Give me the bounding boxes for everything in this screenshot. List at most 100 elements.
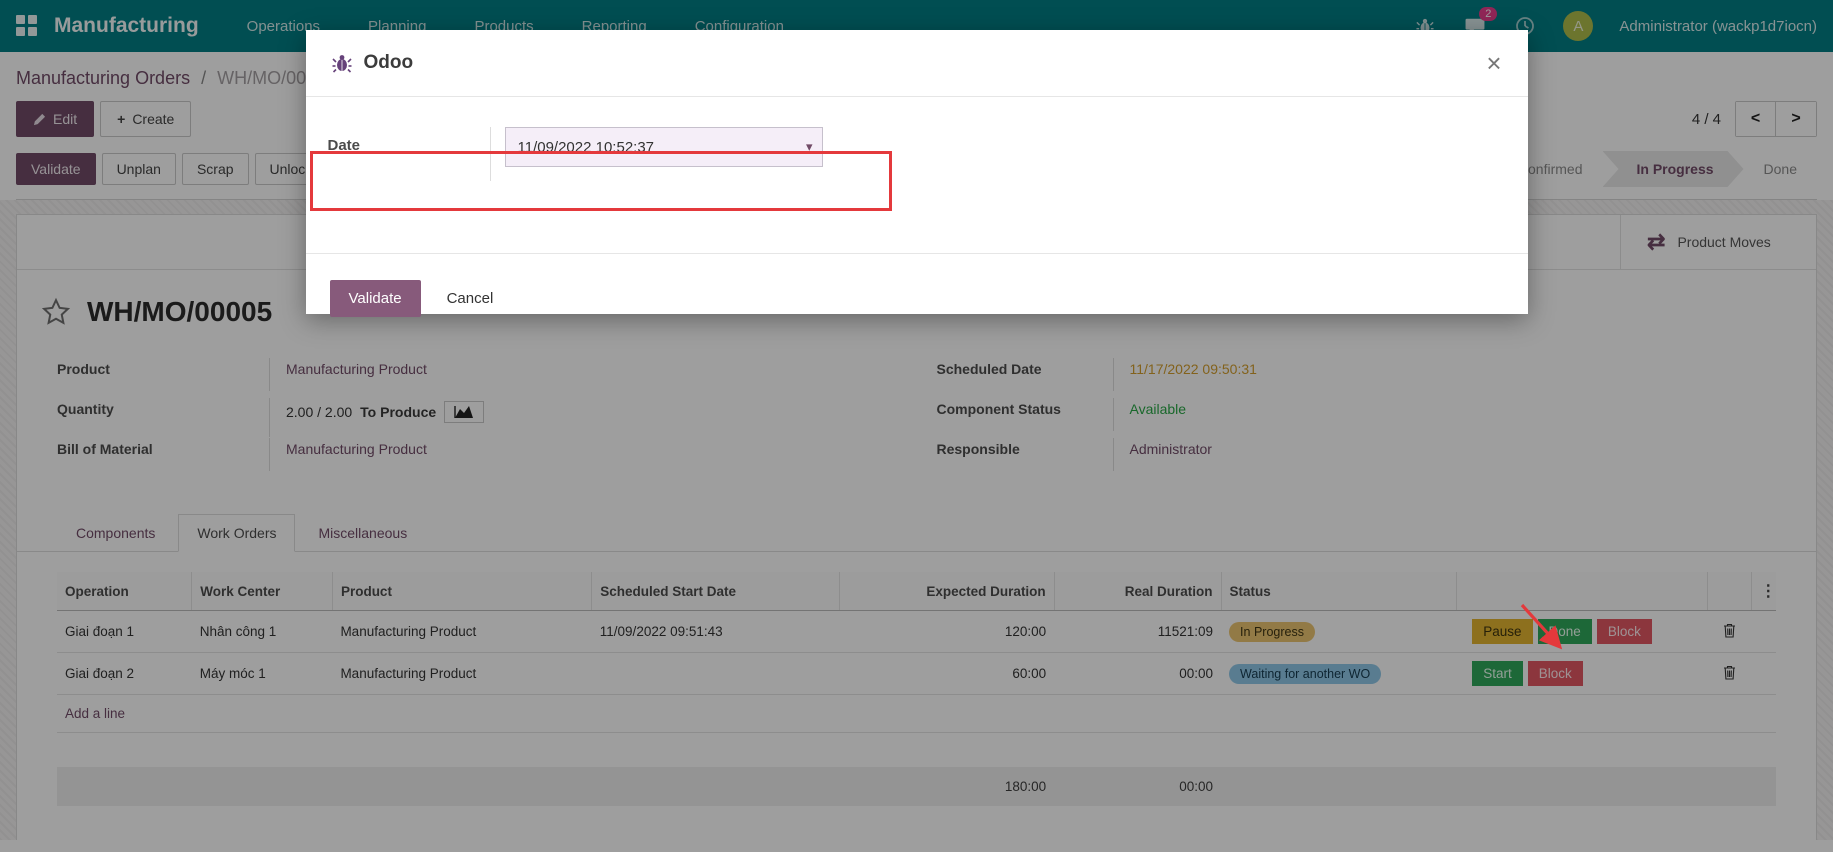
- table-row[interactable]: Giai đoạn 1 Nhân công 1 Manufacturing Pr…: [57, 611, 1776, 653]
- field-product: Product Manufacturing Product: [57, 358, 897, 398]
- total-real-duration: 00:00: [1054, 767, 1221, 806]
- total-expected-duration: 180:00: [839, 767, 1054, 806]
- step-in-progress[interactable]: In Progress: [1603, 151, 1744, 187]
- tab-components[interactable]: Components: [57, 514, 174, 552]
- swap-arrows-icon: ⇄: [1647, 229, 1665, 255]
- dialog-title: Odoo: [364, 52, 414, 74]
- validate-button[interactable]: Validate: [16, 153, 96, 185]
- tab-work-orders[interactable]: Work Orders: [178, 514, 295, 552]
- cell-real[interactable]: 00:00: [1054, 653, 1221, 695]
- done-button[interactable]: Done: [1538, 619, 1592, 644]
- cell-expected[interactable]: 120:00: [839, 611, 1054, 653]
- responsible-label: Responsible: [937, 438, 1113, 457]
- favorite-star-icon[interactable]: [41, 297, 71, 327]
- page-title: WH/MO/00005: [87, 296, 272, 328]
- messages-count-badge: 2: [1479, 7, 1497, 21]
- col-real-duration[interactable]: Real Duration: [1054, 572, 1221, 611]
- scrap-button[interactable]: Scrap: [182, 153, 249, 185]
- field-bom: Bill of Material Manufacturing Product: [57, 438, 897, 478]
- scheduled-date-label: Scheduled Date: [937, 358, 1113, 377]
- edit-button[interactable]: Edit: [16, 101, 94, 137]
- edit-button-label: Edit: [53, 111, 77, 127]
- cell-scheduled-start[interactable]: 11/09/2022 09:51:43: [592, 611, 839, 653]
- area-chart-icon: [454, 405, 474, 419]
- forecast-chart-button[interactable]: [444, 401, 484, 423]
- dialog-header: Odoo ×: [306, 30, 1528, 97]
- apps-menu-icon[interactable]: [16, 15, 38, 37]
- col-expected-duration[interactable]: Expected Duration: [839, 572, 1054, 611]
- step-done[interactable]: Done: [1744, 151, 1817, 187]
- component-status-value: Available: [1130, 401, 1187, 417]
- cell-scheduled-start[interactable]: [592, 653, 839, 695]
- pager-prev-button[interactable]: <: [1736, 102, 1776, 136]
- cell-work-center[interactable]: Máy móc 1: [192, 653, 333, 695]
- bug-icon: [332, 53, 352, 73]
- table-row[interactable]: Giai đoạn 2 Máy móc 1 Manufacturing Prod…: [57, 653, 1776, 695]
- cell-real[interactable]: 11521:09: [1054, 611, 1221, 653]
- app-name[interactable]: Manufacturing: [54, 14, 199, 38]
- field-quantity: Quantity 2.00 / 2.00 To Produce: [57, 398, 897, 438]
- create-button[interactable]: + Create: [100, 101, 191, 137]
- col-work-center[interactable]: Work Center: [192, 572, 333, 611]
- pause-button[interactable]: Pause: [1472, 619, 1532, 644]
- status-badge: Waiting for another WO: [1229, 664, 1381, 684]
- tab-miscellaneous[interactable]: Miscellaneous: [299, 514, 426, 552]
- unplan-button[interactable]: Unplan: [102, 153, 176, 185]
- start-button[interactable]: Start: [1472, 661, 1523, 686]
- field-component-status: Component Status Available: [937, 398, 1777, 438]
- optional-columns-toggle[interactable]: ⋮: [1752, 572, 1776, 611]
- cell-product[interactable]: Manufacturing Product: [332, 653, 591, 695]
- add-a-line-link[interactable]: Add a line: [57, 695, 1776, 733]
- kebab-icon: ⋮: [1760, 583, 1776, 600]
- col-scheduled-start[interactable]: Scheduled Start Date: [592, 572, 839, 611]
- cell-product[interactable]: Manufacturing Product: [332, 611, 591, 653]
- plus-icon: +: [117, 111, 125, 127]
- dialog-body: Date ▾: [306, 127, 1528, 253]
- dialog-footer: Validate Cancel: [306, 253, 1528, 343]
- col-status[interactable]: Status: [1221, 572, 1456, 611]
- trash-icon[interactable]: [1723, 665, 1736, 680]
- status-badge: In Progress: [1229, 622, 1315, 642]
- dialog-validate-button[interactable]: Validate: [330, 280, 421, 317]
- notebook-tabs: Components Work Orders Miscellaneous: [17, 478, 1816, 552]
- pencil-icon: [33, 113, 46, 126]
- product-label: Product: [57, 358, 269, 377]
- breadcrumb-separator: /: [195, 68, 212, 88]
- responsible-value[interactable]: Administrator: [1130, 441, 1212, 457]
- col-operation[interactable]: Operation: [57, 572, 192, 611]
- bom-value[interactable]: Manufacturing Product: [286, 441, 427, 457]
- close-icon[interactable]: ×: [1486, 50, 1501, 76]
- right-field-group: Scheduled Date 11/17/2022 09:50:31 Compo…: [937, 358, 1777, 478]
- product-moves-button[interactable]: ⇄ Product Moves: [1620, 215, 1816, 269]
- breadcrumb-parent[interactable]: Manufacturing Orders: [16, 68, 190, 88]
- product-value[interactable]: Manufacturing Product: [286, 361, 427, 377]
- component-status-label: Component Status: [937, 398, 1113, 417]
- pager: 4 / 4 < >: [1692, 101, 1817, 137]
- user-menu[interactable]: Administrator (wackp1d7iocn): [1619, 18, 1817, 35]
- col-product[interactable]: Product: [332, 572, 591, 611]
- col-delete: [1708, 572, 1752, 611]
- table-header-row: Operation Work Center Product Scheduled …: [57, 572, 1776, 611]
- avatar[interactable]: A: [1563, 11, 1593, 41]
- cell-expected[interactable]: 60:00: [839, 653, 1054, 695]
- pager-count: 4 / 4: [1692, 111, 1721, 128]
- date-input[interactable]: [505, 127, 823, 167]
- work-orders-table: Operation Work Center Product Scheduled …: [57, 572, 1776, 733]
- cell-work-center[interactable]: Nhân công 1: [192, 611, 333, 653]
- work-orders-table-wrap: Operation Work Center Product Scheduled …: [17, 552, 1816, 806]
- status-steps: Confirmed In Progress Done: [1498, 151, 1817, 187]
- product-moves-label: Product Moves: [1677, 234, 1770, 250]
- block-button[interactable]: Block: [1597, 619, 1652, 644]
- quantity-value: 2.00 / 2.00: [286, 404, 352, 420]
- cell-operation[interactable]: Giai đoạn 1: [57, 611, 192, 653]
- odoo-dialog: Odoo × Date ▾ Validate Cancel: [306, 30, 1528, 314]
- totals-row: 180:00 00:00: [57, 767, 1776, 806]
- pager-next-button[interactable]: >: [1776, 102, 1816, 136]
- trash-icon[interactable]: [1723, 623, 1736, 638]
- block-button[interactable]: Block: [1528, 661, 1583, 686]
- cell-operation[interactable]: Giai đoạn 2: [57, 653, 192, 695]
- col-actions: [1456, 572, 1707, 611]
- date-label: Date: [328, 127, 490, 154]
- dialog-cancel-button[interactable]: Cancel: [447, 290, 494, 307]
- field-responsible: Responsible Administrator: [937, 438, 1777, 478]
